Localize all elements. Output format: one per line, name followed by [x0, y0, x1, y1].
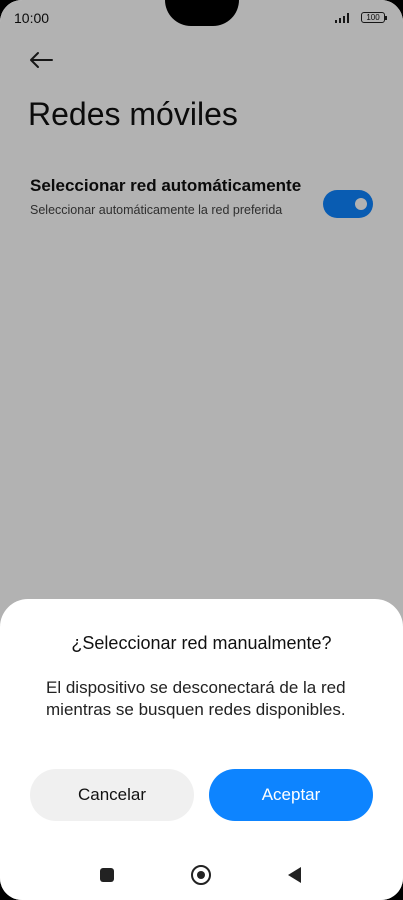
dialog-message: El dispositivo se desconectará de la red… — [46, 678, 346, 719]
back-triangle-icon[interactable] — [288, 867, 301, 883]
manual-network-dialog: ¿Seleccionar red manualmente? El disposi… — [0, 599, 403, 900]
screen: 10:00 100 Redes móviles Seleccionar red … — [0, 0, 403, 900]
recents-square-icon[interactable] — [100, 868, 114, 882]
accept-button[interactable]: Aceptar — [209, 769, 373, 821]
home-circle-icon[interactable] — [191, 865, 211, 885]
dialog-title: ¿Seleccionar red manualmente? — [71, 633, 332, 653]
navigation-bar — [0, 858, 403, 898]
cancel-button[interactable]: Cancelar — [30, 769, 194, 821]
